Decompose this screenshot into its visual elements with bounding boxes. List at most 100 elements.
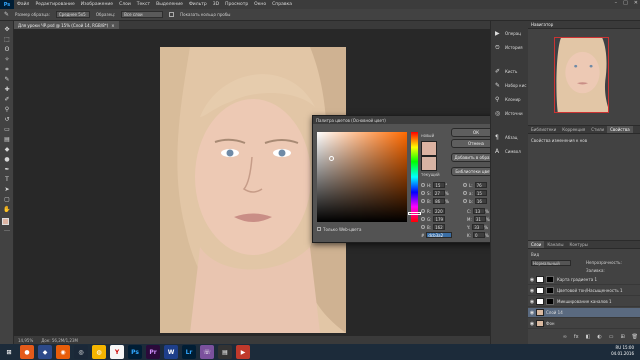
dock-brush-presets[interactable]: ✎ Набор кис [495,79,527,91]
blend-mode-select[interactable]: Нормальный [531,260,571,266]
tab-channels[interactable]: Каналы [544,241,566,248]
blur-tool-icon[interactable]: ◆ [2,145,12,154]
trash-icon[interactable]: 🗑 [632,334,638,342]
crop-tool-icon[interactable]: ⌗ [2,65,12,74]
blue-input[interactable]: 162 [433,224,446,230]
hex-input[interactable]: dcb3a2 [426,232,453,238]
language-indicator[interactable]: RU [615,345,621,350]
dodge-tool-icon[interactable]: ● [2,155,12,164]
web-only-checkbox[interactable] [317,227,321,231]
mask-icon[interactable]: ◧ [586,334,591,342]
menu-help[interactable]: Справка [269,2,295,7]
close-tab-icon[interactable]: × [111,23,114,28]
dock-brush[interactable]: ✐ Кисть [495,65,527,77]
layer-row[interactable]: ◉ Цветовой тон/Насыщенность 1 [528,286,640,296]
lab-a-radio[interactable] [463,191,467,195]
show-ring-checkbox[interactable] [169,12,175,17]
menu-filter[interactable]: Фильтр [186,2,210,7]
menu-image[interactable]: Изображение [78,2,116,7]
word-icon[interactable]: W [164,345,178,359]
menu-window[interactable]: Окно [251,2,269,7]
tab-paths[interactable]: Контуры [566,241,590,248]
shape-tool-icon[interactable]: ▢ [2,195,12,204]
yandex-icon[interactable]: Y [110,345,124,359]
app-icon-12[interactable]: ▤ [218,345,232,359]
gradient-tool-icon[interactable]: ▤ [2,135,12,144]
type-tool-icon[interactable]: T [2,175,12,184]
app-icon-2[interactable]: ◆ [38,345,52,359]
eyedropper-icon[interactable]: ✎ [2,75,12,84]
lab-a-input[interactable]: 15 [474,190,487,196]
dock-paragraph[interactable]: ¶ Абзац [495,131,527,143]
dock-history[interactable]: ⏲ История [495,41,527,53]
color-field[interactable] [317,132,407,222]
menu-view[interactable]: Просмотр [222,2,251,7]
current-color-swatch[interactable] [421,156,437,171]
eraser-tool-icon[interactable]: ▭ [2,125,12,134]
steam-icon[interactable]: ◎ [74,345,88,359]
system-clock[interactable]: RU 15:00 04.01.2016 [611,345,634,357]
layer-mask-thumb[interactable] [546,276,554,283]
history-brush-icon[interactable]: ↺ [2,115,12,124]
sample-size-select[interactable]: Среднее 5x5 [55,11,90,18]
black-input[interactable]: 0 [472,232,485,238]
edit-toolbar-icon[interactable]: … [2,225,12,234]
tab-layers[interactable]: Слои [528,241,545,248]
blue-radio[interactable] [421,225,425,229]
photoshop-logo[interactable]: Ps [0,0,14,9]
stamp-tool-icon[interactable]: ⚲ [2,105,12,114]
lab-b-input[interactable]: 16 [474,198,487,204]
close-icon[interactable]: ✕ [634,0,638,6]
lightroom-icon[interactable]: Lr [182,345,196,359]
green-radio[interactable] [421,217,425,221]
saturation-radio[interactable] [421,191,425,195]
dock-clone-source[interactable]: ⚲ Клонир [495,93,527,105]
tab-styles[interactable]: Стили [588,126,607,133]
hue-radio[interactable] [421,183,425,187]
eye-icon[interactable]: ◉ [528,299,536,305]
color-field-marker[interactable] [329,156,334,161]
red-radio[interactable] [421,209,425,213]
firefox-icon[interactable]: ◉ [56,345,70,359]
navigator-thumbnail[interactable] [554,37,609,113]
document-tab[interactable]: Для уроки ЧР.psd @ 15% (Слой 14, RGB/8*)… [14,21,119,29]
layer-row[interactable]: ◉ Микширование каналов 1 [528,297,640,307]
viber-icon[interactable]: ☏ [200,345,214,359]
navigator-title[interactable]: Навигатор [528,21,640,29]
new-layer-icon[interactable]: ⊞ [620,334,624,342]
menu-3d[interactable]: 3D [210,2,222,7]
path-select-icon[interactable]: ➤ [2,185,12,194]
app-icon-13[interactable]: ▶ [236,345,250,359]
hue-slider-handle[interactable] [408,212,421,215]
tab-properties[interactable]: Свойства [607,126,633,133]
layer-row[interactable]: ◉ Слой 14 [528,308,640,318]
brightness-radio[interactable] [421,199,425,203]
quick-select-tool-icon[interactable]: ✧ [2,55,12,64]
menu-file[interactable]: Файл [14,2,32,7]
zoom-level[interactable]: 14,95% [18,338,33,343]
eye-icon[interactable]: ◉ [528,310,536,316]
lasso-tool-icon[interactable]: ʘ [2,45,12,54]
hue-slider[interactable] [408,132,421,222]
folder-icon[interactable]: ▭ [609,334,614,342]
dock-source[interactable]: ◎ Источни [495,107,527,119]
maximize-icon[interactable]: □ [623,0,628,6]
lab-l-input[interactable]: 76 [474,182,487,188]
chrome-icon[interactable]: ◍ [92,345,106,359]
layer-mask-thumb[interactable] [546,298,554,305]
fx-icon[interactable]: fx [574,334,579,342]
layer-row[interactable]: ◉ Фон [528,319,640,329]
adjustment-icon[interactable]: ◐ [597,334,601,342]
menu-layers[interactable]: Слои [116,2,134,7]
lab-l-radio[interactable] [463,183,467,187]
magenta-input[interactable]: 31 [473,216,486,222]
cyan-input[interactable]: 13 [473,208,486,214]
layer-row[interactable]: ◉ Карта градиента 1 [528,275,640,285]
move-tool-icon[interactable]: ✥ [2,25,12,34]
saturation-input[interactable]: 27 [432,190,445,196]
hue-input[interactable]: 15 [433,182,446,188]
windows-start-icon[interactable]: ⊞ [2,345,16,359]
healing-tool-icon[interactable]: ✚ [2,85,12,94]
lab-b-radio[interactable] [463,199,467,203]
link-icon[interactable]: ∞ [563,334,567,342]
